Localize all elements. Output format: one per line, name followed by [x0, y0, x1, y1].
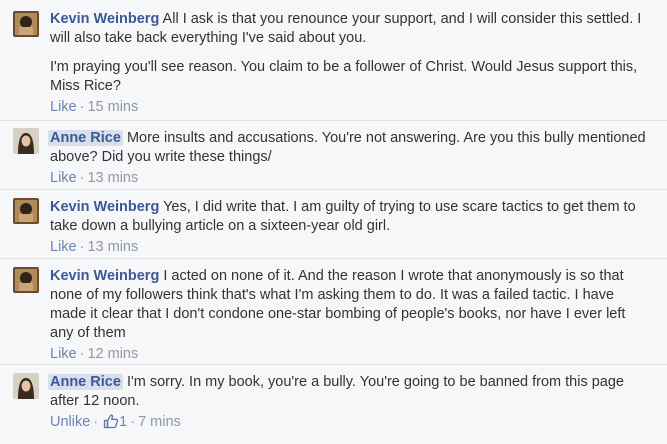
comment: Anne Rice I'm sorry. In my book, you're …	[0, 364, 667, 444]
thumbs-up-icon	[103, 413, 119, 435]
comment-text: More insults and accusations. You're not…	[50, 130, 646, 165]
comment-thread: Kevin Weinberg All I ask is that you ren…	[0, 0, 667, 443]
comment-meta: Unlike · 1 · 7 mins	[50, 413, 650, 435]
avatar-kevin-weinberg[interactable]	[13, 267, 39, 293]
comment-text: I'm sorry. In my book, you're a bully. Y…	[50, 374, 624, 409]
comment-meta: Like · 15 mins	[50, 99, 139, 115]
comment-timestamp[interactable]: 12 mins	[87, 346, 138, 362]
unlike-button[interactable]: Unlike	[50, 414, 90, 430]
comment-timestamp[interactable]: 13 mins	[87, 239, 138, 255]
comment-author[interactable]: Kevin Weinberg	[50, 268, 159, 284]
comment-author[interactable]: Anne Rice	[48, 130, 123, 146]
comment-author[interactable]: Anne Rice	[48, 374, 123, 390]
comment-timestamp[interactable]: 7 mins	[138, 414, 181, 430]
comment-timestamp[interactable]: 13 mins	[87, 170, 138, 186]
comment-author[interactable]: Kevin Weinberg	[50, 199, 159, 215]
comment-timestamp[interactable]: 15 mins	[87, 99, 138, 115]
like-button[interactable]: Like	[50, 170, 77, 186]
comment-author[interactable]: Kevin Weinberg	[50, 11, 159, 27]
comment-meta: Like · 12 mins	[50, 346, 139, 362]
comment: Kevin Weinberg Yes, I did write that. I …	[0, 189, 667, 259]
like-button[interactable]: Like	[50, 239, 77, 255]
comment: Kevin Weinberg I acted on none of it. An…	[0, 258, 667, 365]
avatar-anne-rice[interactable]	[13, 128, 39, 154]
comment-meta: Like · 13 mins	[50, 170, 139, 186]
like-button[interactable]: Like	[50, 99, 77, 115]
like-button[interactable]: Like	[50, 346, 77, 362]
likes-count: 1	[119, 414, 128, 430]
comment: Kevin Weinberg All I ask is that you ren…	[0, 8, 667, 120]
comment: Anne Rice More insults and accusations. …	[0, 120, 667, 190]
comment-text: I'm praying you'll see reason. You claim…	[50, 59, 638, 94]
likes-count-link[interactable]: 1	[101, 414, 127, 430]
comment-meta: Like · 13 mins	[50, 239, 139, 255]
avatar-kevin-weinberg[interactable]	[13, 11, 39, 37]
avatar-anne-rice[interactable]	[13, 373, 39, 399]
avatar-kevin-weinberg[interactable]	[13, 198, 39, 224]
